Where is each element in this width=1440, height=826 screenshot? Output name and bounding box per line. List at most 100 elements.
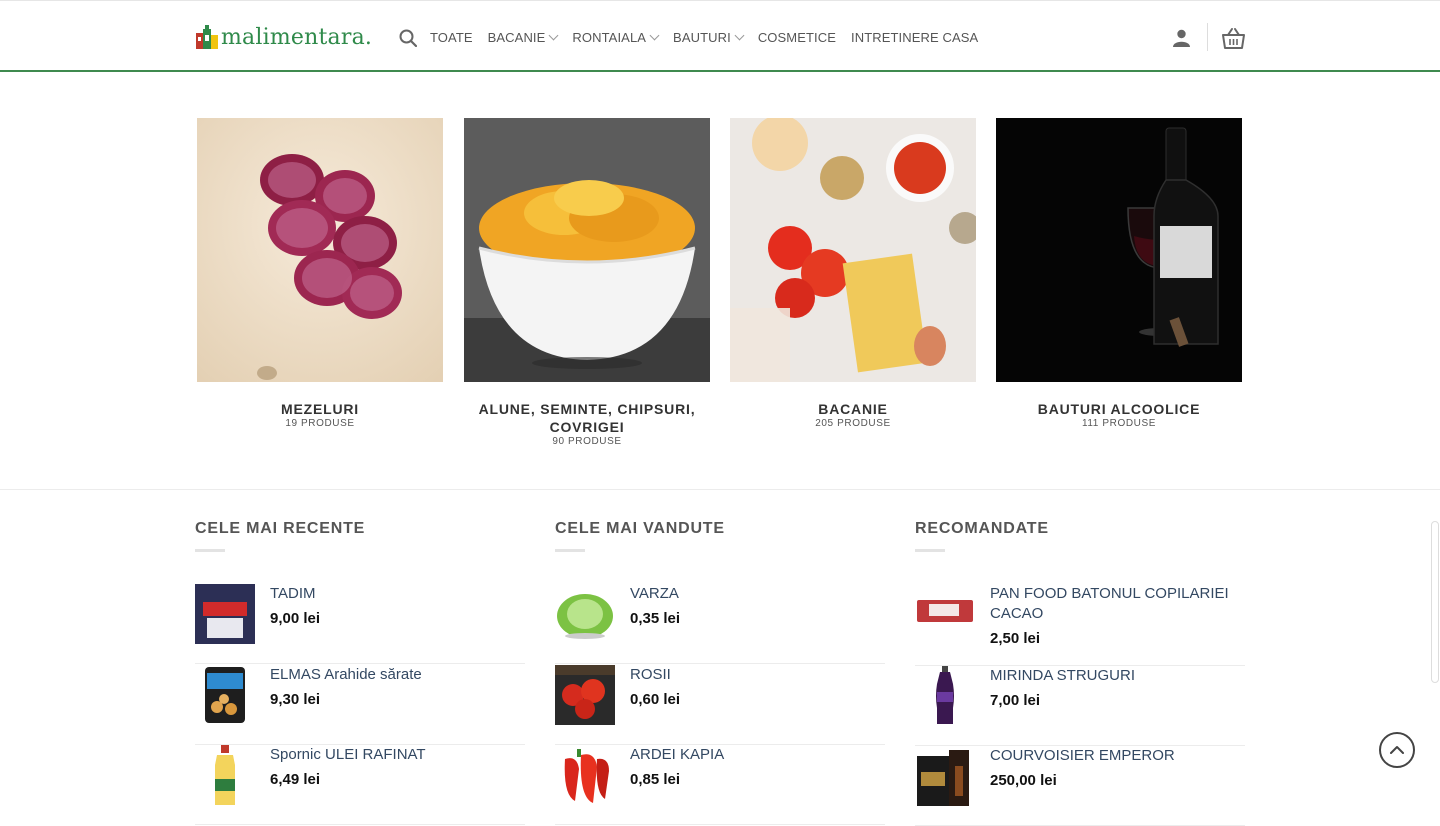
price-currency: lei bbox=[303, 691, 321, 708]
user-account-icon[interactable] bbox=[1172, 29, 1191, 47]
nav-label: BACANIE bbox=[487, 29, 546, 45]
nav-item-bacanie[interactable]: BACANIE bbox=[487, 29, 559, 45]
widget-cele-mai-vandute: CELE MAI VANDUTE VARZA 0,35 lei ROSII 0,… bbox=[555, 520, 885, 825]
product-name[interactable]: ROSII bbox=[630, 665, 885, 685]
chevron-down-icon bbox=[734, 30, 745, 40]
main-nav: TOATE BACANIE RONTAIALA BAUTURI COSMETIC… bbox=[430, 1, 993, 73]
widget-title: CELE MAI VANDUTE bbox=[555, 520, 725, 537]
widget-title: CELE MAI RECENTE bbox=[195, 520, 366, 537]
product-thumbnail bbox=[915, 584, 975, 644]
product-name[interactable]: PAN FOOD BATONUL COPILARIEI CACAO bbox=[990, 584, 1245, 624]
category-card-mezeluri[interactable]: MEZELURI 19 PRODUSE bbox=[197, 118, 443, 429]
product-item[interactable]: COURVOISIER EMPEROR 250,00 lei bbox=[915, 746, 1245, 826]
site-header: malimentara. TOATE BACANIE RONTAIALA BAU… bbox=[0, 0, 1440, 72]
price-currency: lei bbox=[663, 691, 681, 708]
chevron-up-icon bbox=[1390, 746, 1404, 754]
nav-item-intretinere-casa[interactable]: INTRETINERE CASA bbox=[851, 30, 978, 45]
category-title: MEZELURI bbox=[281, 401, 359, 417]
category-card-bauturi-alcoolice[interactable]: BAUTURI ALCOOLICE 111 PRODUSE bbox=[996, 118, 1242, 429]
product-price: 0,35 lei bbox=[630, 610, 680, 627]
shopping-basket-icon[interactable] bbox=[1222, 27, 1245, 49]
product-name[interactable]: MIRINDA STRUGURI bbox=[990, 666, 1245, 686]
site-logo[interactable]: malimentara. bbox=[195, 21, 372, 53]
product-name[interactable]: ARDEI KAPIA bbox=[630, 745, 885, 765]
product-name[interactable]: TADIM bbox=[270, 584, 525, 604]
price-currency: lei bbox=[303, 771, 321, 788]
category-image-pasta-tomatoes bbox=[730, 118, 976, 382]
price-value: 0,85 bbox=[630, 771, 660, 788]
price-currency: lei bbox=[1023, 630, 1041, 647]
product-name[interactable]: ELMAS Arahide sărate bbox=[270, 665, 525, 685]
category-image-salami bbox=[197, 118, 443, 382]
nav-label: RONTAIALA bbox=[572, 29, 647, 45]
category-count: 19 PRODUSE bbox=[285, 418, 355, 429]
nav-item-bauturi[interactable]: BAUTURI bbox=[673, 30, 745, 45]
product-item[interactable]: ELMAS Arahide sărate 9,30 lei bbox=[195, 665, 525, 745]
widget-recomandate: RECOMANDATE PAN FOOD BATONUL COPILARIEI … bbox=[915, 520, 1245, 826]
category-title: ALUNE, SEMINTE, CHIPSURI, COVRIGEI bbox=[478, 401, 696, 435]
nav-item-toate[interactable]: TOATE bbox=[430, 30, 473, 45]
category-title: BACANIE bbox=[818, 401, 888, 417]
widget-title: RECOMANDATE bbox=[915, 520, 1049, 537]
product-item[interactable]: Spornic ULEI RAFINAT 6,49 lei bbox=[195, 745, 525, 825]
price-value: 250,00 bbox=[990, 772, 1036, 789]
product-item[interactable]: VARZA 0,35 lei bbox=[555, 584, 885, 664]
product-price: 0,85 lei bbox=[630, 771, 680, 788]
title-underline bbox=[195, 549, 225, 552]
product-price: 0,60 lei bbox=[630, 691, 680, 708]
product-price: 250,00 lei bbox=[990, 772, 1057, 789]
product-item[interactable]: MIRINDA STRUGURI 7,00 lei bbox=[915, 666, 1245, 746]
back-to-top-button[interactable] bbox=[1379, 732, 1415, 768]
product-name[interactable]: Spornic ULEI RAFINAT bbox=[270, 745, 525, 765]
product-item[interactable]: ARDEI KAPIA 0,85 lei bbox=[555, 745, 885, 825]
price-value: 6,49 bbox=[270, 771, 300, 788]
product-item[interactable]: PAN FOOD BATONUL COPILARIEI CACAO 2,50 l… bbox=[915, 584, 1245, 666]
category-card-bacanie[interactable]: BACANIE 205 PRODUSE bbox=[730, 118, 976, 429]
product-price: 2,50 lei bbox=[990, 630, 1040, 647]
product-thumbnail bbox=[915, 746, 975, 806]
price-value: 9,00 bbox=[270, 610, 300, 627]
product-name[interactable]: VARZA bbox=[630, 584, 885, 604]
category-card-alune-seminte[interactable]: ALUNE, SEMINTE, CHIPSURI, COVRIGEI 90 PR… bbox=[464, 118, 710, 447]
product-thumbnail bbox=[915, 666, 975, 726]
price-value: 0,35 bbox=[630, 610, 660, 627]
product-price: 9,00 lei bbox=[270, 610, 320, 627]
price-value: 7,00 bbox=[990, 692, 1020, 709]
nav-item-cosmetice[interactable]: COSMETICE bbox=[758, 30, 836, 45]
category-image-chips-bowl bbox=[464, 118, 710, 382]
logo-dot: . bbox=[364, 24, 373, 50]
product-item[interactable]: ROSII 0,60 lei bbox=[555, 665, 885, 745]
price-currency: lei bbox=[663, 610, 681, 627]
scrollbar[interactable] bbox=[1431, 521, 1439, 683]
product-thumbnail bbox=[555, 745, 615, 805]
widget-cele-mai-recente: CELE MAI RECENTE TADIM 9,00 lei ELMAS Ar… bbox=[195, 520, 525, 825]
section-divider bbox=[0, 489, 1440, 490]
product-price: 7,00 lei bbox=[990, 692, 1040, 709]
category-title: BAUTURI ALCOOLICE bbox=[1037, 401, 1201, 417]
product-thumbnail bbox=[195, 745, 255, 805]
search-icon[interactable] bbox=[399, 29, 417, 47]
nav-label: COSMETICE bbox=[757, 29, 836, 45]
nav-label: INTRETINERE CASA bbox=[851, 29, 979, 45]
category-image-wine-bottle bbox=[996, 118, 1242, 382]
title-underline bbox=[555, 549, 585, 552]
logo-text: malimentara bbox=[221, 24, 365, 50]
price-currency: lei bbox=[663, 771, 681, 788]
price-value: 2,50 bbox=[990, 630, 1020, 647]
category-count: 90 PRODUSE bbox=[552, 436, 622, 447]
product-thumbnail bbox=[195, 665, 255, 725]
nav-item-rontaiala[interactable]: RONTAIALA bbox=[572, 29, 660, 45]
chevron-down-icon bbox=[649, 30, 660, 40]
category-count: 205 PRODUSE bbox=[815, 418, 891, 429]
product-price: 9,30 lei bbox=[270, 691, 320, 708]
product-name[interactable]: COURVOISIER EMPEROR bbox=[990, 746, 1245, 766]
category-count: 111 PRODUSE bbox=[1081, 418, 1157, 429]
price-value: 0,60 bbox=[630, 691, 660, 708]
title-underline bbox=[915, 549, 945, 552]
product-price: 6,49 lei bbox=[270, 771, 320, 788]
price-currency: lei bbox=[303, 610, 321, 627]
grocery-bag-logo-icon bbox=[196, 25, 218, 49]
price-value: 9,30 bbox=[270, 691, 300, 708]
product-thumbnail bbox=[195, 584, 255, 644]
product-item[interactable]: TADIM 9,00 lei bbox=[195, 584, 525, 664]
